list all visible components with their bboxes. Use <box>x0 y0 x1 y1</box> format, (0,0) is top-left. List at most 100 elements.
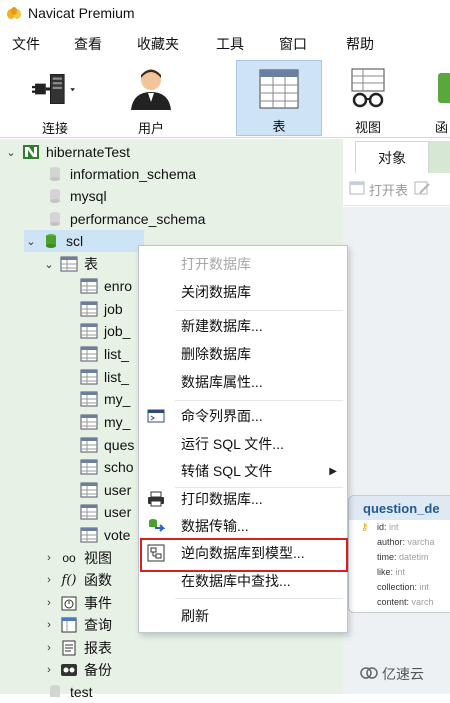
expand-arrow-icon[interactable]: › <box>42 642 56 654</box>
watermark: 亿速云 <box>360 664 424 684</box>
tree-group-label: 视图 <box>84 550 112 566</box>
tree-group-label: 函数 <box>84 572 112 588</box>
design-table-icon[interactable] <box>414 181 430 198</box>
table-icon <box>80 301 98 317</box>
expand-caret-icon[interactable]: ⌄ <box>42 258 56 271</box>
menu-close-database[interactable]: 关闭数据库 <box>139 279 347 305</box>
function-icon: f() <box>61 572 77 588</box>
tree-table[interactable]: list_ <box>80 343 129 365</box>
tree-table[interactable]: vote <box>80 524 130 546</box>
menu-separator <box>175 310 343 311</box>
menu-window[interactable]: 窗口 <box>279 34 307 54</box>
main-toolbar: 连接 用户 表 视图 函 <box>0 58 450 138</box>
expand-arrow-icon[interactable]: › <box>42 664 56 676</box>
menu-file[interactable]: 文件 <box>12 34 40 54</box>
tree-table[interactable]: my_ <box>80 388 130 410</box>
tree-db-test[interactable]: test <box>46 681 93 703</box>
expand-arrow-icon[interactable]: › <box>42 597 56 609</box>
expand-arrow-icon[interactable]: › <box>42 552 56 564</box>
table-icon <box>80 459 98 475</box>
table-icon <box>80 369 98 385</box>
tree-table[interactable]: list_ <box>80 366 129 388</box>
expand-arrow-icon[interactable]: › <box>42 574 56 586</box>
backup-icon <box>60 662 78 678</box>
expand-caret-icon[interactable]: ⌄ <box>24 235 38 248</box>
menu-refresh[interactable]: 刷新 <box>139 603 347 629</box>
tree-table[interactable]: my_ <box>80 411 130 433</box>
tree-tables-folder[interactable]: ⌄ 表 <box>42 253 98 275</box>
menu-help[interactable]: 帮助 <box>346 34 374 54</box>
tree-table[interactable]: job <box>80 298 123 320</box>
tree-functions-folder[interactable]: › f() 函数 <box>42 569 112 591</box>
menu-view[interactable]: 查看 <box>74 34 102 54</box>
model-canvas <box>343 207 450 694</box>
submenu-arrow-icon: ▶ <box>329 465 337 477</box>
er-field: time: datetim <box>377 552 429 562</box>
toolbar-table-button[interactable]: 表 <box>236 60 322 136</box>
glasses-view-icon: oo <box>62 551 76 565</box>
tree-table[interactable]: user <box>80 501 131 523</box>
menu-data-transfer[interactable]: 数据传输... <box>139 513 347 539</box>
er-table-card[interactable]: question_de ⚷ id: int author: varcha tim… <box>348 495 450 613</box>
database-icon <box>46 188 64 204</box>
expand-arrow-icon[interactable]: › <box>42 619 56 631</box>
tree-views-folder[interactable]: › oo 视图 <box>42 547 112 569</box>
menu-dump-sql-file[interactable]: 转储 SQL 文件 ▶ <box>139 458 347 484</box>
toolbar-connection-button[interactable]: 连接 <box>12 60 98 136</box>
printer-icon <box>146 490 166 508</box>
menu-open-database[interactable]: 打开数据库 <box>139 251 347 277</box>
table-icon <box>80 323 98 339</box>
tree-db-scl[interactable]: ⌄ scl <box>24 230 144 252</box>
tree-db-label: mysql <box>70 188 107 204</box>
menu-database-properties[interactable]: 数据库属性... <box>139 369 347 395</box>
menu-delete-database[interactable]: 删除数据库 <box>139 341 347 367</box>
toolbar-view-label: 视图 <box>354 120 381 135</box>
table-icon <box>60 256 78 272</box>
tree-db-performance-schema[interactable]: performance_schema <box>46 208 205 230</box>
er-field: author: varcha <box>377 537 435 547</box>
tab-objects[interactable]: 对象 <box>355 141 429 173</box>
tree-db-mysql[interactable]: mysql <box>46 185 107 207</box>
tree-table[interactable]: user <box>80 479 131 501</box>
tree-table[interactable]: ques <box>80 434 134 456</box>
table-icon <box>80 504 98 520</box>
table-icon <box>80 414 98 430</box>
toolbar-function-label: 函 <box>434 120 448 135</box>
menu-favorites[interactable]: 收藏夹 <box>137 34 179 54</box>
query-icon <box>60 617 78 633</box>
tree-table[interactable]: scho <box>80 456 134 478</box>
table-icon <box>80 346 98 362</box>
toolbar-function-button[interactable]: 函 <box>418 60 450 136</box>
glasses-view-icon <box>345 66 391 111</box>
tree-table[interactable]: enro <box>80 275 132 297</box>
menu-print-database[interactable]: 打印数据库... <box>139 486 347 512</box>
menu-separator <box>175 598 343 599</box>
menu-tools[interactable]: 工具 <box>216 34 244 54</box>
tree-backups-folder[interactable]: › 备份 <box>42 659 112 681</box>
tree-connection-hibernatetest[interactable]: ⌄ hibernateTest <box>4 141 130 163</box>
tree-queries-folder[interactable]: › 查询 <box>42 614 112 636</box>
tree-group-label: 报表 <box>84 640 112 656</box>
tree-table[interactable]: job_ <box>80 320 130 342</box>
toolbar-table-label: 表 <box>272 119 286 134</box>
menu-console[interactable]: 命令列界面... <box>139 403 347 429</box>
toolbar-user-label: 用户 <box>137 121 164 136</box>
menu-run-sql-file[interactable]: 运行 SQL 文件... <box>139 431 347 457</box>
expand-caret-icon[interactable]: ⌄ <box>4 146 18 159</box>
table-icon <box>80 391 98 407</box>
toolbar-view-button[interactable]: 视图 <box>326 60 410 136</box>
er-field: ⚷ id: int <box>361 522 399 533</box>
tree-db-label: test <box>70 684 93 700</box>
tree-reports-folder[interactable]: › 报表 <box>42 637 112 659</box>
open-table-button[interactable]: 打开表 <box>369 180 408 199</box>
tree-table-label: job <box>104 301 123 317</box>
tree-db-label: information_schema <box>70 166 197 182</box>
navicat-logo-icon <box>7 7 21 19</box>
object-toolbar: 打开表 <box>343 174 450 206</box>
window-title: Navicat Premium <box>28 5 135 21</box>
tree-table-label: scho <box>104 459 134 475</box>
tree-events-folder[interactable]: › 事件 <box>42 592 112 614</box>
menu-new-database[interactable]: 新建数据库... <box>139 313 347 339</box>
tree-db-information-schema[interactable]: information_schema <box>46 163 196 185</box>
toolbar-user-button[interactable]: 用户 <box>108 60 194 136</box>
